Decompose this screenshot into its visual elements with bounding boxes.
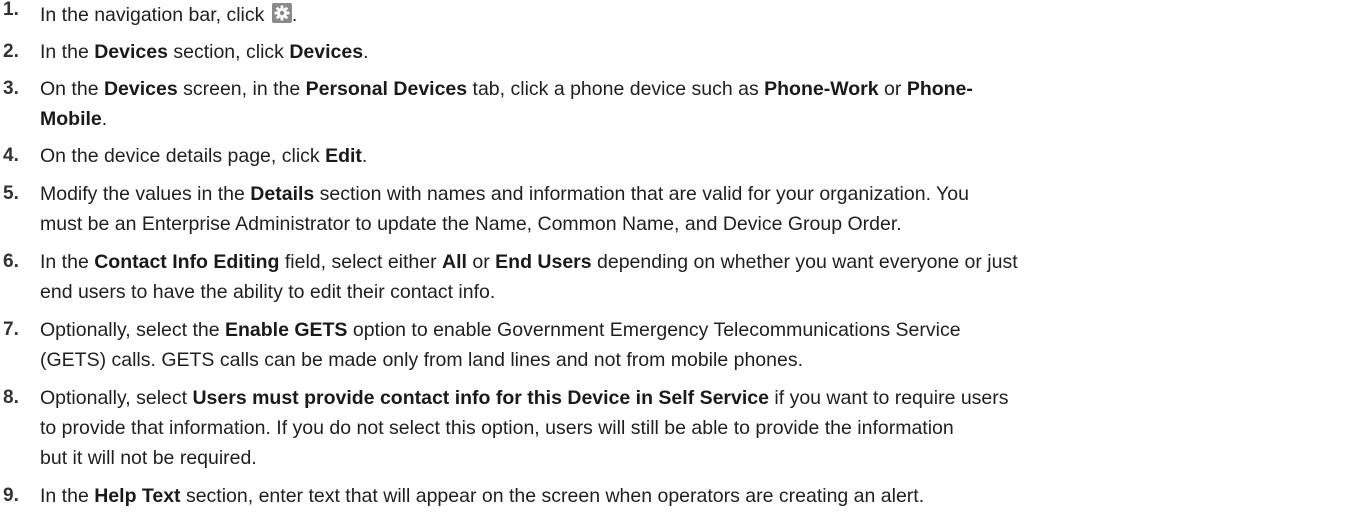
step-1: 1. In the navigation bar, click .: [0, 0, 1359, 30]
step-text: Optionally, select the Enable GETS optio…: [40, 319, 961, 371]
ui-term: Details: [250, 183, 315, 205]
step-6: 6. In the Contact Info Editing field, sel…: [0, 247, 1359, 307]
step-text-run: .: [361, 145, 368, 167]
step-text-run: field, select either: [279, 251, 443, 273]
step-number: 7.: [3, 319, 19, 340]
ui-term: Phone-Work: [764, 78, 879, 100]
step-text-run: if you want to require users: [768, 387, 1009, 409]
step-text-run: depending on whether you want everyone o…: [591, 251, 1018, 273]
step-4: 4. On the device details page, click Edit…: [0, 141, 1359, 171]
step-text-run: In the: [40, 251, 95, 273]
ui-term: Users must provide contact info for this…: [192, 387, 769, 409]
step-2: 2. In the Devices section, click Devices.: [0, 37, 1359, 67]
step-number: 3.: [3, 78, 19, 99]
step-text-run: screen, in the: [177, 78, 306, 100]
step-3: 3. On the Devices screen, in the Personal…: [0, 74, 1359, 134]
ui-term: Devices: [289, 41, 364, 63]
ui-term: Phone-: [906, 78, 973, 100]
step-number: 5.: [3, 183, 19, 204]
ui-term: Contact Info Editing: [94, 251, 280, 273]
step-text: On the Devices screen, in the Personal D…: [40, 78, 973, 130]
step-text-run: On the: [40, 78, 104, 100]
step-text-run: Optionally, select: [40, 387, 193, 409]
step-text-run: In the: [40, 41, 95, 63]
step-text-run: On the device details page, click: [40, 145, 326, 167]
step-text-run: section, enter text that will appear on …: [180, 485, 925, 507]
step-text: In the Contact Info Editing field, selec…: [40, 251, 1018, 303]
step-text-run: must be an Enterprise Administrator to u…: [40, 213, 902, 235]
step-text-run: .: [291, 4, 298, 26]
instruction-steps: 1. In the navigation bar, click . 2. In the…: [0, 0, 1359, 511]
ui-term: Personal Devices: [305, 78, 468, 100]
step-7: 7. Optionally, select the Enable GETS opt…: [0, 315, 1359, 375]
ui-term: End Users: [495, 251, 592, 273]
gear-icon: [271, 2, 292, 23]
step-text-run: end users to have the ability to edit th…: [40, 281, 496, 303]
step-text-run: to provide that information. If you do n…: [40, 417, 954, 439]
step-number: 2.: [3, 41, 19, 62]
step-number: 6.: [3, 251, 19, 272]
step-text-run: .: [101, 108, 108, 130]
step-9: 9. In the Help Text section, enter text t…: [0, 481, 1359, 511]
step-text-run: section, click: [167, 41, 290, 63]
step-text-run: In the navigation bar, click: [40, 4, 270, 26]
step-text-run: Optionally, select the: [40, 319, 225, 341]
ui-term: Help Text: [94, 485, 181, 507]
ui-term: Mobile: [40, 108, 102, 130]
ui-term: Devices: [103, 78, 178, 100]
step-text-run: or: [878, 78, 907, 100]
step-text-run: .: [363, 41, 369, 63]
step-text: On the device details page, click Edit.: [40, 145, 367, 167]
ui-term: Devices: [94, 41, 168, 63]
step-text: Modify the values in the Details section…: [40, 183, 969, 235]
step-number: 4.: [3, 145, 19, 166]
step-text-run: but it will not be required.: [40, 447, 257, 469]
step-text: In the Help Text section, enter text tha…: [40, 485, 924, 507]
step-text: In the Devices section, click Devices.: [40, 41, 368, 63]
step-5: 5. Modify the values in the Details secti…: [0, 179, 1359, 239]
ui-term: Enable GETS: [224, 319, 348, 341]
step-text-run: or: [466, 251, 496, 273]
step-text-run: Modify the values in the: [40, 183, 251, 205]
step-text-run: (GETS) calls. GETS calls can be made onl…: [40, 349, 804, 371]
step-text-run: tab, click a phone device such as: [467, 78, 765, 100]
ui-term: All: [442, 251, 467, 273]
ui-term: Edit: [325, 145, 362, 167]
step-number: 1.: [3, 0, 19, 20]
step-8: 8. Optionally, select Users must provide …: [0, 383, 1359, 473]
step-number: 8.: [3, 387, 19, 408]
step-text-run: section with names and information that …: [314, 183, 969, 205]
step-text: In the navigation bar, click .: [40, 2, 298, 26]
step-text-run: option to enable Government Emergency Te…: [347, 319, 961, 341]
step-number: 9.: [3, 485, 19, 506]
step-text: Optionally, select Users must provide co…: [40, 387, 1009, 469]
step-text-run: In the: [40, 485, 95, 507]
